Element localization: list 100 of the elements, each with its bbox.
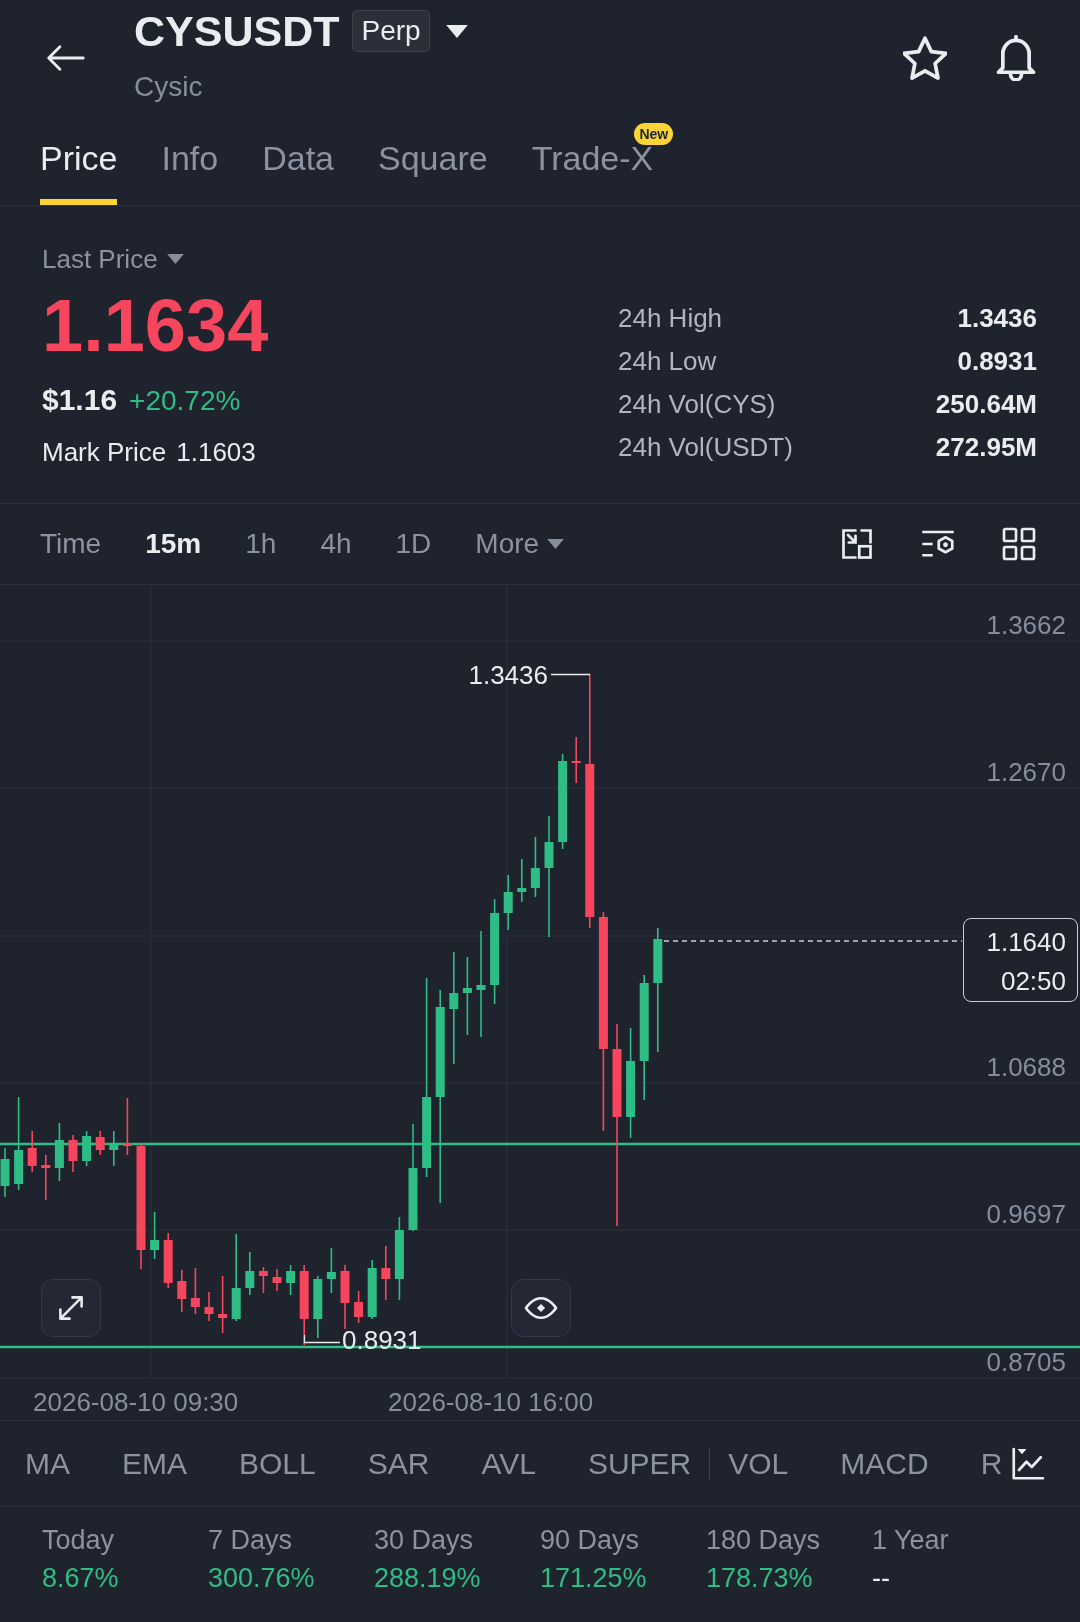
stat-label: 24h High xyxy=(618,302,723,335)
stat-value: 250.64M xyxy=(935,388,1037,421)
bearish-candle xyxy=(177,1269,187,1313)
bearish-candle xyxy=(258,1266,268,1294)
interval-tab[interactable]: 1h xyxy=(245,526,277,562)
line-chart-icon[interactable] xyxy=(1010,1445,1047,1482)
current-price: 1.1640 xyxy=(986,926,1066,959)
last-price: 1.1634 xyxy=(42,286,269,366)
stat-label: 24h Vol(CYS) xyxy=(618,388,776,421)
axis-label: 0.9697 xyxy=(986,1199,1066,1229)
mark-price-label: Mark Price xyxy=(42,436,167,469)
indicator-tab[interactable]: R xyxy=(980,1445,1003,1482)
bullish-candle xyxy=(530,836,540,898)
period-label: 7 Days xyxy=(208,1524,294,1557)
bullish-candle xyxy=(313,1275,323,1339)
interval-tab[interactable]: 15m xyxy=(145,526,202,562)
indicator-tab[interactable]: VOL xyxy=(728,1445,789,1482)
return-value: 288.19% xyxy=(374,1562,482,1595)
indicator-tab[interactable]: AVL xyxy=(481,1445,536,1482)
axis-label: 1.3662 xyxy=(986,610,1066,640)
leader-line xyxy=(303,1334,341,1344)
interval-tab[interactable]: 4h xyxy=(320,526,352,562)
more-dropdown[interactable]: More xyxy=(475,526,565,562)
mark-price: 1.1603 xyxy=(176,436,256,469)
contract-badge: Perp xyxy=(352,10,430,52)
bearish-candle xyxy=(68,1134,78,1173)
symbol-title: CYSUSDT xyxy=(134,6,340,56)
star-icon[interactable] xyxy=(903,36,947,80)
bearish-candle xyxy=(381,1245,391,1301)
price-type-dropdown[interactable]: Last Price xyxy=(42,242,184,276)
bearish-candle xyxy=(163,1232,173,1289)
axis-label: 0.8705 xyxy=(986,1347,1066,1377)
date-label: 2026-08-10 09:30 xyxy=(33,1387,239,1417)
bearish-candle xyxy=(27,1130,37,1173)
indicator-tab[interactable]: MACD xyxy=(840,1445,929,1482)
period-label: 30 Days xyxy=(374,1524,475,1557)
date-label: 2026-08-10 16:00 xyxy=(388,1387,594,1417)
caret-down-icon xyxy=(547,539,565,549)
indicator-tab[interactable]: SAR xyxy=(367,1445,430,1482)
window-arrow-icon[interactable] xyxy=(839,526,875,562)
axis-label: 1.2670 xyxy=(986,757,1066,787)
bullish-candle xyxy=(109,1130,119,1167)
return-value: 300.76% xyxy=(208,1562,316,1595)
bearish-candle xyxy=(190,1267,200,1315)
bullish-candle xyxy=(326,1247,336,1294)
bearish-candle xyxy=(122,1097,132,1156)
period-label: Today xyxy=(42,1524,116,1557)
stat-label: 24h Vol(USDT) xyxy=(618,431,793,464)
caret-down-icon xyxy=(166,254,184,264)
coin-name: Cysic xyxy=(134,70,203,104)
return-value: 8.67% xyxy=(42,1562,120,1595)
countdown: 02:50 xyxy=(1000,965,1066,998)
bullish-candle xyxy=(150,1211,160,1260)
bell-icon[interactable] xyxy=(996,35,1036,81)
price-change: +20.72% xyxy=(129,384,241,418)
bullish-candle xyxy=(82,1130,92,1167)
axis-label: 1.0688 xyxy=(986,1052,1066,1082)
caret-down-icon[interactable] xyxy=(445,24,468,38)
interval-tab[interactable]: Time xyxy=(40,526,102,562)
fullscreen-button[interactable] xyxy=(41,1279,101,1337)
stat-value: 1.3436 xyxy=(957,302,1037,335)
grid-icon[interactable] xyxy=(1001,526,1037,562)
period-label: 90 Days xyxy=(540,1524,641,1557)
bullish-candle xyxy=(0,1147,10,1198)
period-label: 180 Days xyxy=(706,1524,822,1557)
new-badge: New xyxy=(634,123,674,145)
bullish-candle xyxy=(245,1251,255,1296)
bullish-candle xyxy=(517,858,527,903)
bearish-candle xyxy=(95,1130,105,1156)
bearish-candle xyxy=(41,1154,51,1201)
indicator-tab[interactable]: SUPER xyxy=(587,1445,692,1482)
stat-value: 272.95M xyxy=(935,431,1037,464)
bullish-candle xyxy=(286,1264,296,1296)
bearish-candle xyxy=(340,1264,350,1330)
high-price-label: 1.3436 xyxy=(468,660,548,690)
bullish-candle xyxy=(367,1259,377,1320)
indicator-tab[interactable]: MA xyxy=(25,1445,70,1482)
return-value: -- xyxy=(872,1562,891,1595)
visibility-button[interactable] xyxy=(511,1279,571,1337)
tab[interactable]: Price xyxy=(40,120,118,205)
tab[interactable]: Trade-X New xyxy=(531,120,674,205)
period-label: 1 Year xyxy=(872,1524,950,1557)
bullish-candle xyxy=(54,1122,64,1182)
bearish-candle xyxy=(571,736,581,784)
bearish-candle xyxy=(204,1291,214,1322)
back-arrow-icon[interactable] xyxy=(45,44,86,72)
return-value: 171.25% xyxy=(540,1562,648,1595)
bullish-candle xyxy=(503,874,513,931)
interval-tab[interactable]: 1D xyxy=(395,526,432,562)
tab[interactable]: Square xyxy=(378,120,488,205)
tab[interactable]: Info xyxy=(161,120,219,205)
indicator-tab[interactable]: EMA xyxy=(122,1445,187,1482)
indicator-tab[interactable]: BOLL xyxy=(239,1445,316,1482)
bearish-candle xyxy=(218,1275,228,1334)
bearish-candle xyxy=(354,1290,364,1324)
tab[interactable]: Data xyxy=(262,120,334,205)
return-value: 178.73% xyxy=(706,1562,814,1595)
stat-value: 0.8931 xyxy=(957,345,1037,378)
usd-price: $1.16 xyxy=(42,382,118,418)
stat-label: 24h Low xyxy=(618,345,717,378)
